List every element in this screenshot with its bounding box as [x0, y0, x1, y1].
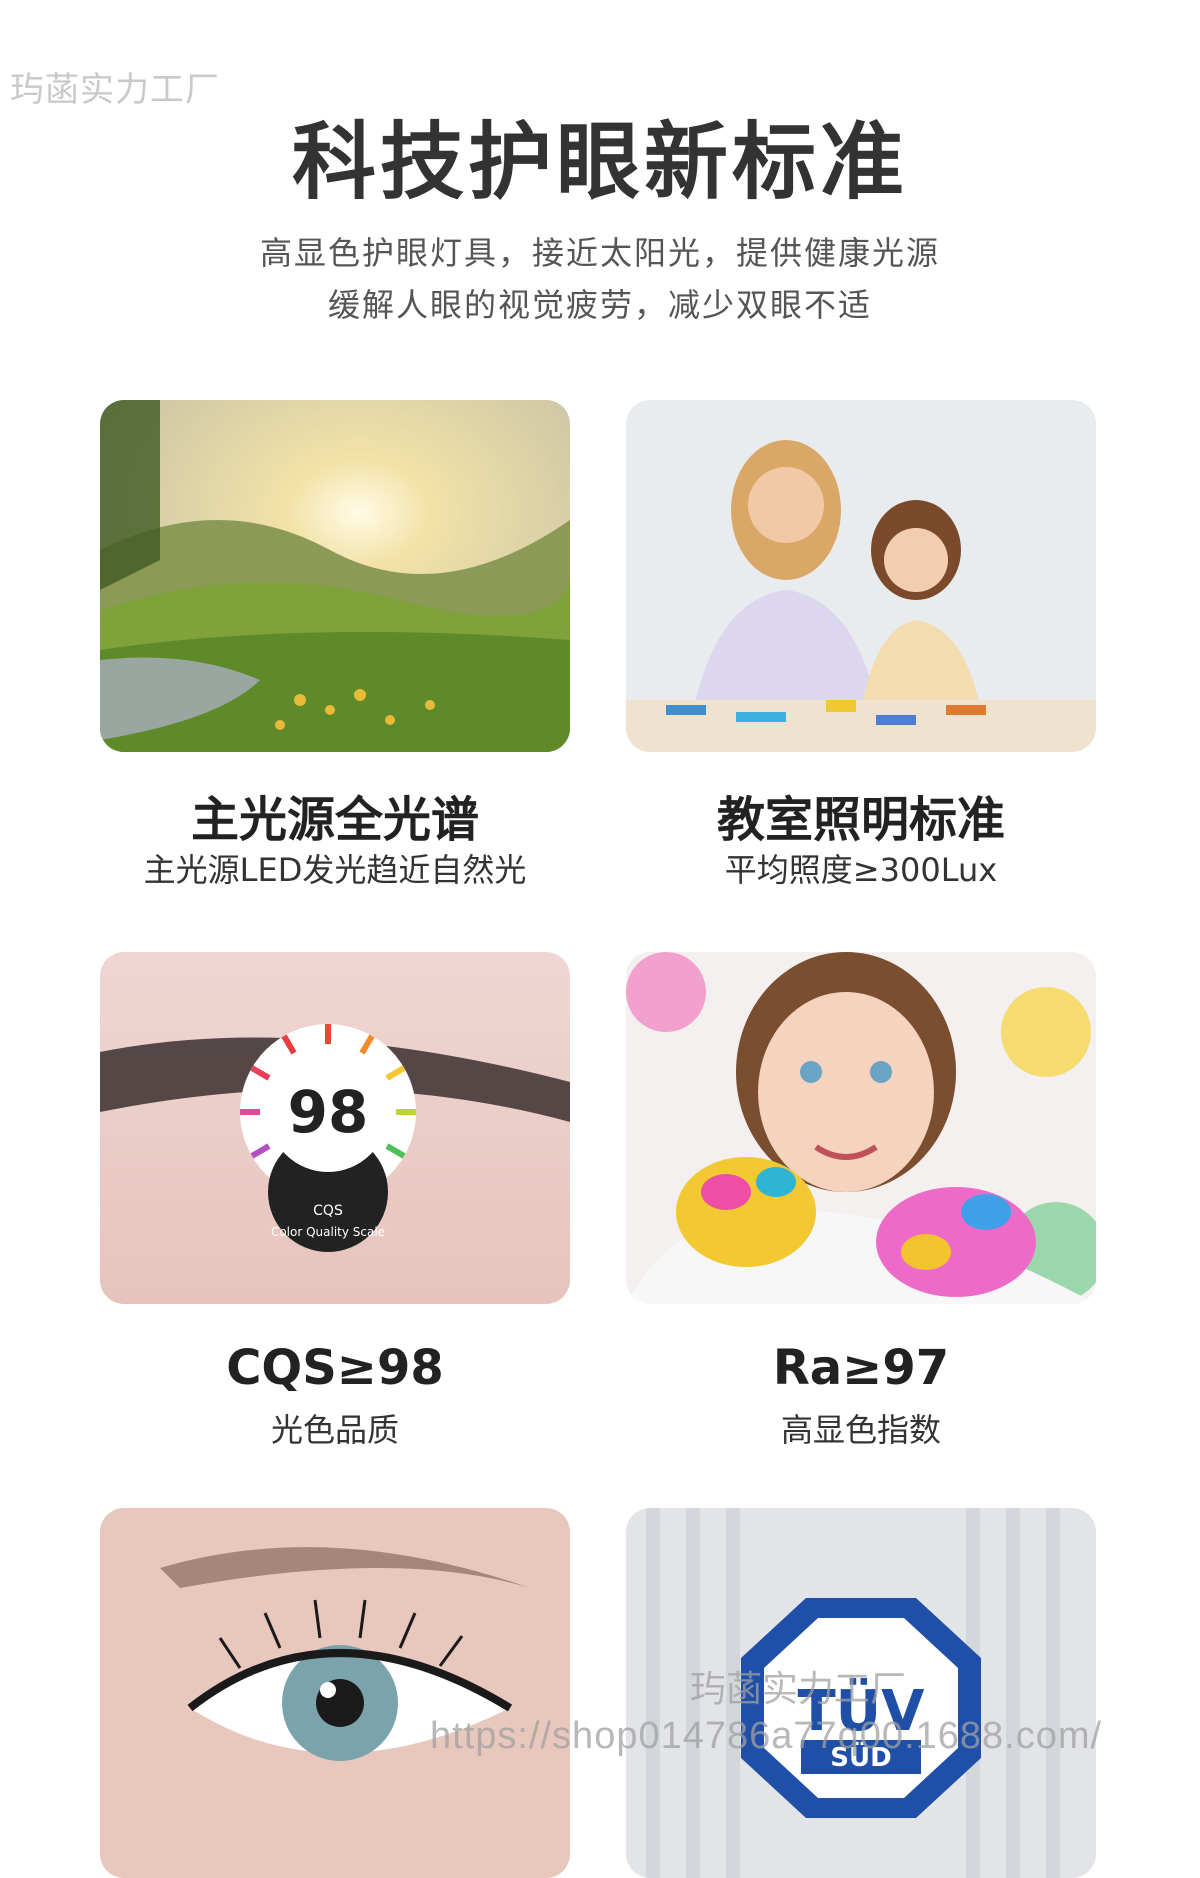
feature-title-full-spectrum: 主光源全光谱	[190, 792, 479, 848]
page-title: 科技护眼新标准	[291, 113, 908, 211]
page-subtitle-line1: 高显色护眼灯具，接近太阳光，提供健康光源	[259, 234, 940, 272]
feature-subtitle-classroom: 平均照度≥300Lux	[724, 851, 998, 889]
page-subtitle-line2: 缓解人眼的视觉疲劳，减少双眼不适	[327, 286, 872, 324]
cqs-label-text: CQS	[313, 1203, 343, 1219]
cqs-badge-image: 98 CQS Color Quality Scale	[100, 952, 570, 1304]
feature-title-ra: Ra≥97	[772, 1340, 950, 1396]
feature-subtitle-cqs: 光色品质	[270, 1411, 399, 1449]
landscape-image	[100, 400, 570, 752]
watermark-url-text: https://shop014786a77q00.1688.com/	[430, 1715, 1103, 1757]
feature-subtitle-ra: 高显色指数	[780, 1411, 941, 1449]
eye-closeup-image	[100, 1508, 570, 1878]
watermark-center-text: 玙菡实力工厂	[690, 1669, 907, 1710]
mother-child-image	[626, 400, 1096, 752]
painted-child-image	[626, 952, 1096, 1304]
feature-subtitle-full-spectrum: 主光源LED发光趋近自然光	[143, 851, 527, 889]
feature-title-cqs: CQS≥98	[226, 1340, 444, 1396]
feature-title-classroom: 教室照明标准	[716, 792, 1005, 848]
cqs-caption-text: Color Quality Scale	[271, 1225, 385, 1239]
cqs-value-text: 98	[288, 1078, 369, 1146]
